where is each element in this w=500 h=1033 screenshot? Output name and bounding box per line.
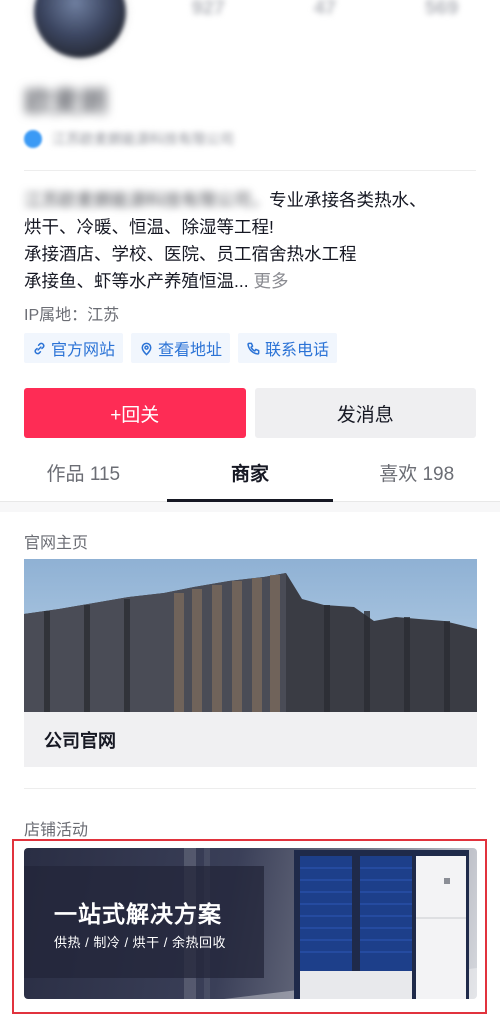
tab-works[interactable]: 作品 115	[0, 450, 167, 501]
section-separator	[0, 502, 500, 512]
website-section-title: 官网主页	[24, 535, 89, 552]
phone-icon	[247, 342, 260, 355]
profile-name: 欧麦朗	[24, 86, 109, 117]
bio-line: 承接鱼、虾等水产养殖恒温...	[24, 271, 249, 291]
tag-contact-phone[interactable]: 联系电话	[238, 333, 338, 363]
stat-value: 47	[313, 0, 337, 19]
verified-icon	[24, 130, 42, 148]
stat-value: 927	[191, 0, 226, 19]
verification-row: 江苏欧麦朗能源科技有限公司	[24, 129, 234, 149]
location-icon	[141, 342, 152, 356]
promo-subtitle: 供热 / 制冷 / 烘干 / 余热回收	[54, 935, 227, 950]
profile-stats: 927 47 569	[150, 0, 500, 20]
divider	[24, 788, 476, 789]
tag-label: 联系电话	[265, 342, 330, 359]
bio-more-link[interactable]: 更多	[253, 271, 288, 291]
link-icon	[34, 342, 45, 354]
tag-label: 官方网站	[51, 342, 116, 359]
verification-text: 江苏欧麦朗能源科技有限公司	[52, 131, 234, 147]
divider	[24, 170, 476, 171]
website-cover-image	[24, 559, 477, 712]
tab-likes[interactable]: 喜欢 198	[333, 450, 500, 501]
website-card-label: 公司官网	[44, 731, 116, 751]
info-tags: 官方网站 查看地址 联系电话	[24, 333, 338, 363]
store-section-title: 店铺活动	[24, 822, 89, 839]
bio-line: 承接酒店、学校、医院、员工宿舍热水工程	[24, 244, 357, 264]
tag-view-address[interactable]: 查看地址	[131, 333, 231, 363]
store-promo-banner[interactable]: 一站式解决方案 供热 / 制冷 / 烘干 / 余热回收	[24, 848, 477, 999]
action-buttons: +回关 发消息	[24, 388, 476, 438]
tag-official-site[interactable]: 官方网站	[24, 333, 124, 363]
ip-location: IP属地：江苏	[24, 307, 120, 324]
avatar[interactable]	[30, 0, 130, 62]
tag-label: 查看地址	[158, 342, 223, 359]
bio-company-name: 江苏欧麦朗能源科技有限公司，	[24, 190, 269, 210]
profile-tabs: 作品 115 商家 喜欢 198	[0, 450, 500, 502]
send-message-button[interactable]: 发消息	[254, 388, 476, 438]
bio-line: 烘干、冷暖、恒温、除湿等工程!	[24, 217, 274, 237]
tab-merchant[interactable]: 商家	[166, 450, 334, 502]
stat-value: 569	[424, 0, 459, 19]
profile-bio: 江苏欧麦朗能源科技有限公司，专业承接各类热水、 烘干、冷暖、恒温、除湿等工程! …	[24, 187, 480, 295]
website-card[interactable]: 公司官网	[24, 559, 477, 767]
bio-line: 专业承接各类热水、	[269, 190, 427, 210]
follow-back-button[interactable]: +回关	[24, 388, 246, 438]
promo-title: 一站式解决方案	[54, 901, 222, 927]
